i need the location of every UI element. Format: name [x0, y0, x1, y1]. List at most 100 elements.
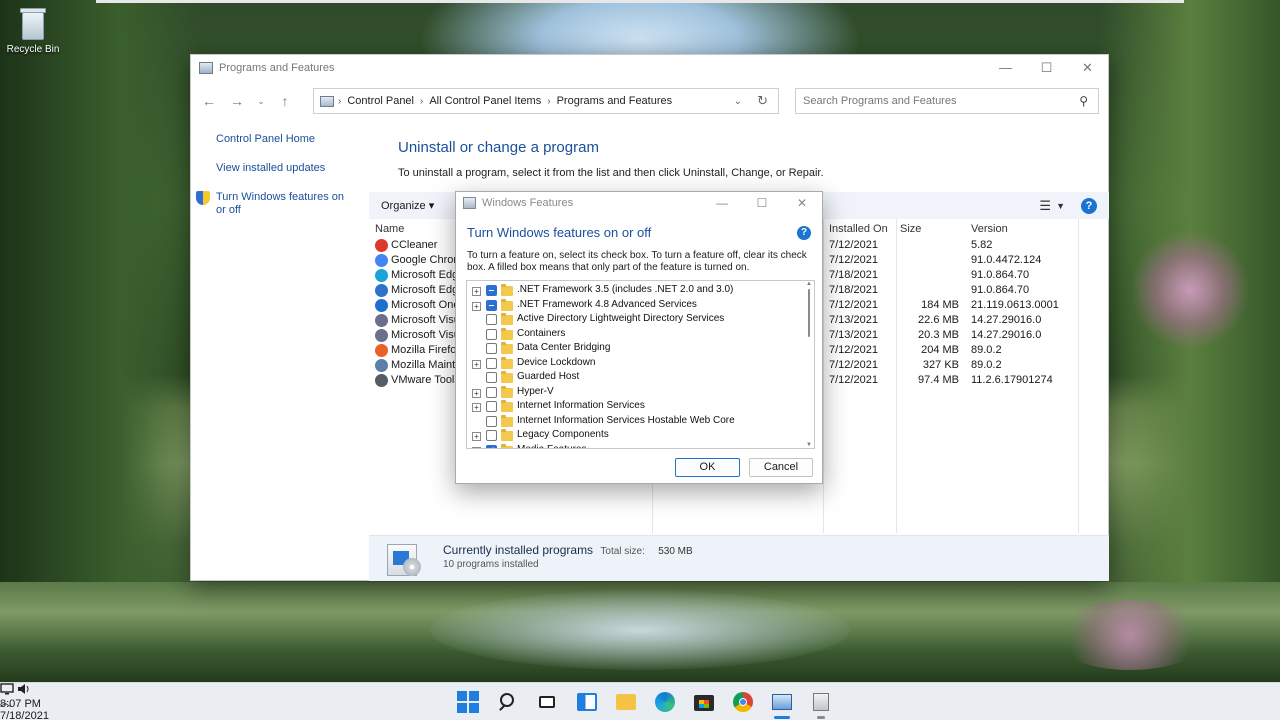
- up-arrow-icon[interactable]: ↑: [271, 93, 299, 109]
- search-input[interactable]: Search Programs and Features ⚲: [795, 88, 1099, 114]
- dialog-maximize-button[interactable]: ☐: [742, 192, 782, 214]
- file-explorer-icon[interactable]: [615, 691, 637, 713]
- feature-checkbox[interactable]: [486, 415, 497, 427]
- expand-icon[interactable]: +: [472, 446, 481, 448]
- scrollbar-thumb[interactable]: [808, 289, 810, 337]
- dialog-minimize-button[interactable]: —: [702, 192, 742, 214]
- search-icon[interactable]: [497, 691, 519, 713]
- feature-checkbox[interactable]: [486, 430, 497, 441]
- window-title: Programs and Features: [219, 61, 335, 74]
- folder-icon: [501, 313, 513, 325]
- ok-button[interactable]: OK: [675, 458, 740, 477]
- feature-item[interactable]: Data Center Bridging: [467, 342, 797, 356]
- feature-checkbox[interactable]: [486, 401, 497, 412]
- installed-on: 7/12/2021: [829, 359, 878, 371]
- feature-checkbox[interactable]: [486, 314, 497, 325]
- column-size[interactable]: Size: [900, 223, 921, 235]
- breadcrumb-control-panel[interactable]: Control Panel: [347, 95, 414, 107]
- chrome-icon[interactable]: [732, 691, 754, 713]
- feature-item[interactable]: Containers: [467, 327, 797, 342]
- refresh-icon[interactable]: ↻: [757, 93, 768, 109]
- control-panel-taskbar-icon[interactable]: [771, 691, 793, 713]
- feature-item[interactable]: Internet Information Services Hostable W…: [467, 414, 797, 429]
- feature-checkbox[interactable]: [486, 372, 497, 383]
- expand-icon[interactable]: +: [472, 432, 481, 441]
- taskbar: ︿ 8:07 PM 7/18/2021 6: [0, 682, 1280, 720]
- program-size: 327 KB: [922, 359, 959, 371]
- view-installed-updates-link[interactable]: View installed updates: [216, 162, 366, 175]
- edge-icon[interactable]: [654, 691, 676, 713]
- control-panel-home-link[interactable]: Control Panel Home: [216, 133, 366, 146]
- scroll-up-icon[interactable]: ▲: [806, 281, 812, 287]
- scroll-down-icon[interactable]: ▼: [806, 442, 812, 448]
- help-icon[interactable]: ?: [1081, 197, 1097, 214]
- store-icon[interactable]: [693, 691, 715, 713]
- address-dropdown-icon[interactable]: ⌄: [734, 96, 742, 107]
- start-button-icon[interactable]: [457, 691, 479, 713]
- program-name: Mozilla Firefox: [391, 344, 457, 356]
- forward-arrow-icon[interactable]: →: [223, 93, 251, 109]
- windows-features-taskbar-icon[interactable]: [810, 691, 832, 713]
- feature-item[interactable]: Active Directory Lightweight Directory S…: [467, 313, 797, 327]
- feature-item[interactable]: + Device Lockdown: [467, 356, 797, 371]
- feature-label: Containers: [517, 327, 566, 339]
- feature-item[interactable]: + ✓ Media Features: [467, 443, 797, 448]
- view-options-icon[interactable]: ☰: [1039, 198, 1051, 214]
- installed-on: 7/12/2021: [829, 239, 878, 251]
- feature-item[interactable]: + .NET Framework 3.5 (includes .NET 2.0 a…: [467, 284, 797, 298]
- feature-item[interactable]: + .NET Framework 4.8 Advanced Services: [467, 298, 797, 313]
- recycle-bin[interactable]: Recycle Bin: [4, 6, 62, 55]
- column-version[interactable]: Version: [971, 223, 1008, 235]
- minimize-button[interactable]: —: [985, 55, 1026, 80]
- show-hidden-icons-chevron-icon[interactable]: ︿: [0, 683, 11, 720]
- wallpaper-flowers-reflection: [1050, 600, 1210, 670]
- feature-checkbox[interactable]: [486, 328, 497, 340]
- program-icon: [375, 299, 388, 312]
- dialog-close-button[interactable]: ✕: [782, 192, 822, 214]
- program-name: Microsoft OneDrive: [391, 299, 457, 311]
- recent-locations-chevron-icon[interactable]: ⌄: [251, 96, 271, 107]
- window-titlebar[interactable]: Programs and Features: [191, 55, 1108, 80]
- feature-item[interactable]: + Internet Information Services: [467, 400, 797, 414]
- maximize-button[interactable]: ☐: [1026, 55, 1067, 80]
- breadcrumb-all-items[interactable]: All Control Panel Items: [429, 95, 541, 107]
- program-version: 14.27.29016.0: [971, 329, 1042, 341]
- column-installed-on[interactable]: Installed On: [829, 223, 888, 235]
- feature-item[interactable]: + Hyper-V: [467, 385, 797, 400]
- volume-icon[interactable]: [17, 684, 31, 698]
- wallpaper-reflection: [430, 590, 850, 670]
- program-icon: [375, 344, 388, 357]
- cancel-button[interactable]: Cancel: [749, 458, 813, 477]
- feature-checkbox[interactable]: [486, 285, 497, 296]
- close-button[interactable]: ✕: [1067, 55, 1108, 80]
- expand-icon[interactable]: +: [472, 388, 481, 398]
- feature-checkbox[interactable]: [486, 386, 497, 398]
- feature-label: Legacy Components: [517, 429, 609, 440]
- program-version: 89.0.2: [971, 359, 1002, 371]
- clock[interactable]: 8:07 PM 7/18/2021: [0, 698, 1280, 720]
- column-name[interactable]: Name: [375, 223, 404, 235]
- expand-icon[interactable]: +: [472, 301, 481, 311]
- view-dropdown-icon[interactable]: ▼: [1056, 201, 1065, 211]
- organize-button[interactable]: Organize ▾: [381, 199, 434, 212]
- expand-icon[interactable]: +: [472, 359, 481, 369]
- installed-on: 7/13/2021: [829, 314, 878, 326]
- expand-icon[interactable]: +: [472, 287, 481, 296]
- address-bar[interactable]: › Control Panel › All Control Panel Item…: [313, 88, 779, 114]
- widgets-icon[interactable]: [576, 691, 598, 713]
- feature-item[interactable]: + Legacy Components: [467, 429, 797, 443]
- feature-checkbox[interactable]: [486, 357, 497, 369]
- turn-windows-features-link[interactable]: Turn Windows features on or off: [216, 191, 346, 217]
- breadcrumb-programs-features[interactable]: Programs and Features: [557, 95, 673, 107]
- program-version: 21.119.0613.0001: [971, 299, 1059, 311]
- back-arrow-icon[interactable]: ←: [195, 93, 223, 109]
- task-view-icon[interactable]: [537, 691, 559, 713]
- dialog-help-icon[interactable]: ?: [797, 226, 811, 240]
- feature-checkbox[interactable]: ✓: [486, 444, 497, 448]
- feature-checkbox[interactable]: [486, 343, 497, 354]
- program-name: Microsoft Edge: [391, 269, 457, 281]
- expand-icon[interactable]: +: [472, 403, 481, 412]
- feature-item[interactable]: Guarded Host: [467, 371, 797, 385]
- feature-checkbox[interactable]: [486, 299, 497, 311]
- program-name: Microsoft Visual C++: [391, 329, 457, 341]
